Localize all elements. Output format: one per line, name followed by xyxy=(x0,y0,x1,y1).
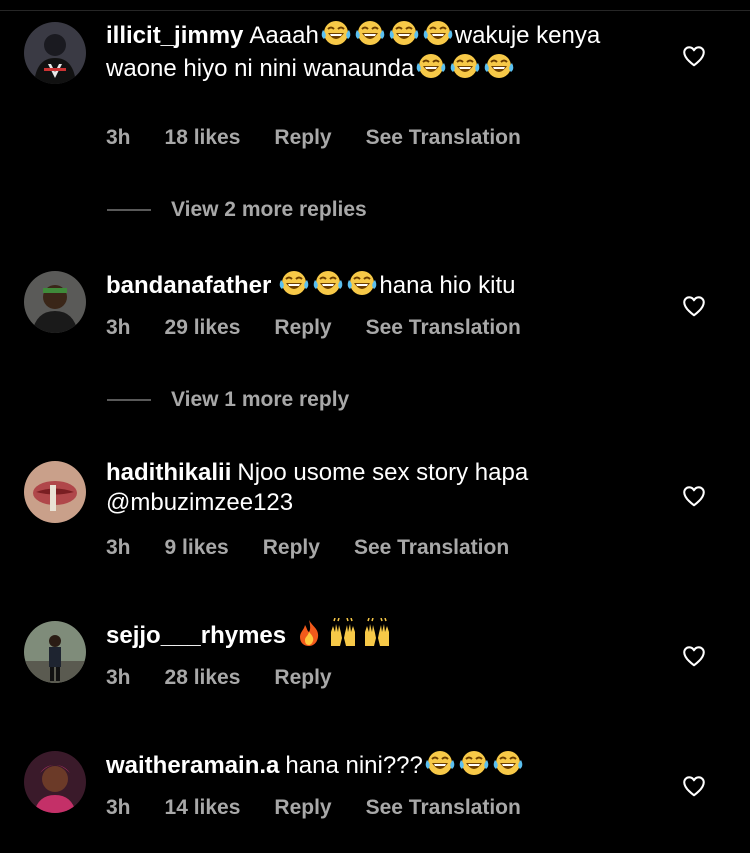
like-heart-icon[interactable] xyxy=(681,43,707,69)
view-replies-label[interactable]: View 2 more replies xyxy=(171,198,367,222)
view-more-replies-button[interactable]: View 2 more replies xyxy=(107,195,367,225)
reply-button[interactable]: Reply xyxy=(263,536,320,560)
face-with-tears-of-joy-icon xyxy=(458,748,490,778)
like-heart-icon[interactable] xyxy=(681,483,707,509)
comment-time: 3h xyxy=(106,536,131,559)
comment-text: hadithikalii Njoo usome sex story hapa @m… xyxy=(106,458,636,518)
comment-time: 3h xyxy=(106,126,131,149)
see-translation-button[interactable]: See Translation xyxy=(354,536,509,560)
reply-button[interactable]: Reply xyxy=(274,796,331,820)
like-heart-icon[interactable] xyxy=(681,773,707,799)
comment-meta: 3h 29 likes Reply See Translation xyxy=(106,313,521,343)
avatar[interactable] xyxy=(24,461,86,523)
raising-hands-icon xyxy=(361,618,393,648)
comment-text: illicit_jimmy Aaaah wakuje kenya waone hiy… xyxy=(106,18,636,84)
divider-dash xyxy=(107,209,151,211)
avatar[interactable] xyxy=(24,271,86,333)
avatar[interactable] xyxy=(24,751,86,813)
face-with-tears-of-joy-icon xyxy=(449,51,481,81)
reply-button[interactable]: Reply xyxy=(274,126,331,150)
comment-meta: 3h 28 likes Reply xyxy=(106,663,332,693)
face-with-tears-of-joy-icon xyxy=(320,18,352,48)
comment-likes[interactable]: 18 likes xyxy=(165,126,241,150)
comment-time: 3h xyxy=(106,666,131,689)
face-with-tears-of-joy-icon xyxy=(346,268,378,298)
see-translation-button[interactable]: See Translation xyxy=(366,316,521,340)
comment-meta: 3h 18 likes Reply See Translation xyxy=(106,123,521,153)
reply-button[interactable]: Reply xyxy=(274,666,331,690)
face-with-tears-of-joy-icon xyxy=(492,748,524,778)
view-more-replies-button[interactable]: View 1 more reply xyxy=(107,385,349,415)
avatar[interactable] xyxy=(24,22,86,84)
comment-meta: 3h 9 likes Reply See Translation xyxy=(106,533,509,563)
comment-likes[interactable]: 14 likes xyxy=(165,796,241,820)
divider-dash xyxy=(107,399,151,401)
comment-time: 3h xyxy=(106,316,131,339)
see-translation-button[interactable]: See Translation xyxy=(366,796,521,820)
comment-text: sejjo___rhymes xyxy=(106,618,636,651)
top-divider xyxy=(0,10,750,11)
face-with-tears-of-joy-icon xyxy=(424,748,456,778)
comment-username[interactable]: hadithikalii xyxy=(106,459,231,486)
comment-body-part: hana hio kitu xyxy=(379,272,516,299)
comment-username[interactable]: sejjo___rhymes xyxy=(106,622,286,649)
reply-button[interactable]: Reply xyxy=(274,316,331,340)
face-with-tears-of-joy-icon xyxy=(312,268,344,298)
face-with-tears-of-joy-icon xyxy=(415,51,447,81)
face-with-tears-of-joy-icon xyxy=(483,51,515,81)
comment-meta: 3h 14 likes Reply See Translation xyxy=(106,793,521,823)
comment-body-part: Aaaah xyxy=(249,22,319,49)
comment-username[interactable]: illicit_jimmy xyxy=(106,22,243,49)
face-with-tears-of-joy-icon xyxy=(278,268,310,298)
see-translation-button[interactable]: See Translation xyxy=(366,126,521,150)
like-heart-icon[interactable] xyxy=(681,293,707,319)
comment-username[interactable]: bandanafather xyxy=(106,272,271,299)
raising-hands-icon xyxy=(327,618,359,648)
comment-username[interactable]: waitheramain.a xyxy=(106,752,279,779)
comment-likes[interactable]: 9 likes xyxy=(165,536,229,560)
comment-likes[interactable]: 28 likes xyxy=(165,666,241,690)
face-with-tears-of-joy-icon xyxy=(422,18,454,48)
fire-icon xyxy=(293,618,325,648)
comment-body: hana nini??? xyxy=(285,752,423,779)
face-with-tears-of-joy-icon xyxy=(388,18,420,48)
avatar[interactable] xyxy=(24,621,86,683)
comment-text: bandanafather hana hio kitu xyxy=(106,268,636,301)
view-replies-label[interactable]: View 1 more reply xyxy=(171,388,349,412)
comment-time: 3h xyxy=(106,796,131,819)
comment-text: waitheramain.a hana nini??? xyxy=(106,748,636,781)
face-with-tears-of-joy-icon xyxy=(354,18,386,48)
like-heart-icon[interactable] xyxy=(681,643,707,669)
comment-likes[interactable]: 29 likes xyxy=(165,316,241,340)
